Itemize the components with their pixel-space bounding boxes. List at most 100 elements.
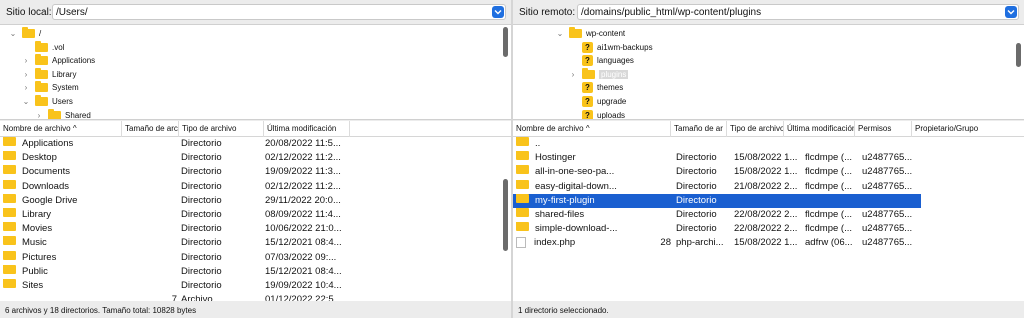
file-modified (734, 194, 804, 208)
file-modified (734, 137, 804, 151)
tree-node-label: Users (52, 97, 73, 106)
column-header-size[interactable]: Tamaño de archivo (122, 121, 179, 137)
column-header-name[interactable]: Nombre de archivo ^ (513, 121, 671, 137)
tree-node[interactable]: ? upgrade (568, 95, 626, 108)
table-row[interactable]: .. (513, 137, 1018, 151)
file-name-cell: all-in-one-seo-pa... (516, 165, 666, 179)
column-header-type[interactable]: Tipo de archivo (727, 121, 784, 137)
local-directory-tree[interactable]: ⌄ / .vol › Applications › Library › System ⌄ Users… (0, 24, 511, 120)
folder-icon (3, 193, 16, 203)
file-name: simple-download-... (535, 223, 618, 235)
tree-node-label: .vol (52, 42, 65, 52)
file-size: 28 (660, 237, 671, 249)
tree-node-label: plugins (599, 69, 629, 79)
column-header-modified[interactable]: Última modificación (264, 121, 350, 137)
remote-status-bar: 1 directorio seleccionado. (513, 302, 1024, 318)
table-row[interactable]: index.php 28 php-archi... 15/08/2022 1... ad… (513, 236, 1018, 250)
tree-node[interactable]: ⌄ wp-content (555, 27, 625, 40)
file-owner: u2487765... (862, 223, 913, 235)
local-path-value: /Users/ (56, 6, 88, 18)
file-name: Movies (22, 223, 53, 235)
folder-icon (516, 193, 529, 203)
file-size (122, 265, 177, 279)
tree-node[interactable]: › Library (21, 67, 76, 81)
column-header-type[interactable]: Tipo de archivo (179, 121, 264, 137)
tree-node[interactable]: › Shared (34, 108, 91, 119)
column-header-owner[interactable]: Propietario/Grupo (912, 121, 1024, 137)
file-permissions (805, 137, 860, 151)
table-row[interactable]: Pictures Directorio 07/03/2022 09:... (0, 250, 498, 265)
table-row[interactable]: Documents Directorio 19/09/2022 11:3... (0, 165, 498, 179)
unknown-folder-icon: ? (582, 55, 593, 67)
chevron-down-icon[interactable] (1005, 6, 1017, 18)
local-tree-scrollbar[interactable] (503, 27, 508, 57)
tree-node[interactable]: ? languages (568, 54, 634, 67)
tree-node[interactable]: ? uploads (568, 109, 625, 119)
tree-node[interactable]: ⌄ Users (21, 95, 73, 108)
column-header-name[interactable]: Nombre de archivo ^ (0, 121, 122, 137)
column-header-size[interactable]: Tamaño de ar (671, 121, 727, 137)
chevron-down-icon[interactable]: ⌄ (555, 29, 565, 39)
column-header-permissions[interactable]: Permisos (855, 121, 912, 137)
table-row[interactable]: Google Drive Directorio 29/11/2022 20:0... (0, 193, 498, 208)
local-file-list[interactable]: Nombre de archivo ^ Tamaño de archivo Ti… (0, 121, 511, 301)
chevron-down-icon[interactable]: ⌄ (21, 97, 31, 107)
table-row[interactable]: 7 Archivo 01/12/2022 22:5... (0, 293, 498, 301)
table-row[interactable]: Applications Directorio 20/08/2022 11:5... (0, 137, 498, 151)
table-row[interactable]: all-in-one-seo-pa... Directorio 15/08/2022… (513, 165, 1018, 179)
folder-icon (3, 222, 16, 232)
local-list-scrollbar[interactable] (503, 179, 508, 251)
table-row[interactable]: my-first-plugin Directorio (513, 193, 921, 208)
chevron-down-icon[interactable]: ⌄ (8, 29, 18, 39)
table-row[interactable]: Public Directorio 15/12/2021 08:4... (0, 264, 498, 279)
file-name-cell: Desktop (3, 151, 121, 165)
chevron-right-icon[interactable]: › (568, 69, 578, 79)
chevron-down-icon[interactable] (492, 6, 504, 18)
file-type: Directorio (181, 280, 222, 291)
folder-icon (569, 27, 582, 38)
table-row[interactable]: Movies Directorio 10/06/2022 21:0... (0, 222, 498, 236)
file-modified: 15/12/2021 08:4... (265, 265, 342, 277)
remote-file-list[interactable]: Nombre de archivo ^ Tamaño de ar Tipo de… (513, 121, 1024, 301)
table-row[interactable]: Hostinger Directorio 15/08/2022 1... flcdmp… (513, 151, 1018, 165)
chevron-right-icon[interactable]: › (34, 110, 44, 119)
chevron-right-icon[interactable]: › (21, 69, 31, 79)
file-name: easy-digital-down... (535, 180, 617, 192)
tree-node-label: / (39, 29, 42, 38)
column-header-modified[interactable]: Última modificación (784, 121, 855, 137)
tree-node[interactable]: › Applications (21, 54, 95, 67)
file-name: Sites (22, 280, 44, 291)
table-row[interactable]: Music Directorio 15/12/2021 08:4... (0, 236, 498, 250)
unknown-folder-icon: ? (582, 96, 593, 107)
table-row[interactable]: Sites Directorio 19/09/2022 10:4... (0, 279, 498, 293)
remote-directory-tree[interactable]: ⌄ wp-content? ai1wm-backups? languages › plug… (513, 24, 1024, 120)
tree-node[interactable]: › plugins (568, 67, 629, 81)
folder-icon (3, 279, 16, 288)
table-row[interactable]: easy-digital-down... Directorio 21/08/2022… (513, 179, 1018, 194)
table-row[interactable]: simple-download-... Directorio 22/08/2022 … (513, 222, 1018, 236)
file-name: index.php (534, 237, 576, 249)
tree-node[interactable]: › System (21, 81, 79, 94)
tree-node[interactable]: ? themes (568, 81, 623, 94)
file-name-cell: index.php (516, 236, 666, 250)
table-row[interactable]: Library Directorio 08/09/2022 11:4... (0, 208, 498, 222)
table-row[interactable]: Desktop Directorio 02/12/2022 11:2... (0, 151, 498, 165)
local-path-dropdown[interactable]: /Users/ (52, 4, 506, 20)
file-name-cell (3, 293, 121, 301)
chevron-right-icon[interactable]: › (21, 56, 31, 66)
file-name: Applications (22, 138, 74, 149)
remote-tree-scrollbar[interactable] (1016, 43, 1021, 67)
table-row[interactable]: Downloads Directorio 02/12/2022 11:2... (0, 179, 498, 194)
tree-node[interactable]: ? ai1wm-backups (568, 41, 653, 54)
unknown-folder-icon: ? (582, 82, 593, 94)
chevron-right-icon[interactable]: › (21, 83, 31, 93)
remote-path-dropdown[interactable]: /domains/public_html/wp-content/plugins (577, 4, 1019, 20)
tree-node[interactable]: ⌄ / (8, 27, 41, 40)
file-size (122, 165, 177, 179)
remote-path-value: /domains/public_html/wp-content/plugins (581, 6, 762, 18)
tree-node[interactable]: .vol (21, 40, 65, 54)
file-size: 7 (171, 294, 177, 301)
table-row[interactable]: shared-files Directorio 22/08/2022 2... flc… (513, 208, 1018, 222)
